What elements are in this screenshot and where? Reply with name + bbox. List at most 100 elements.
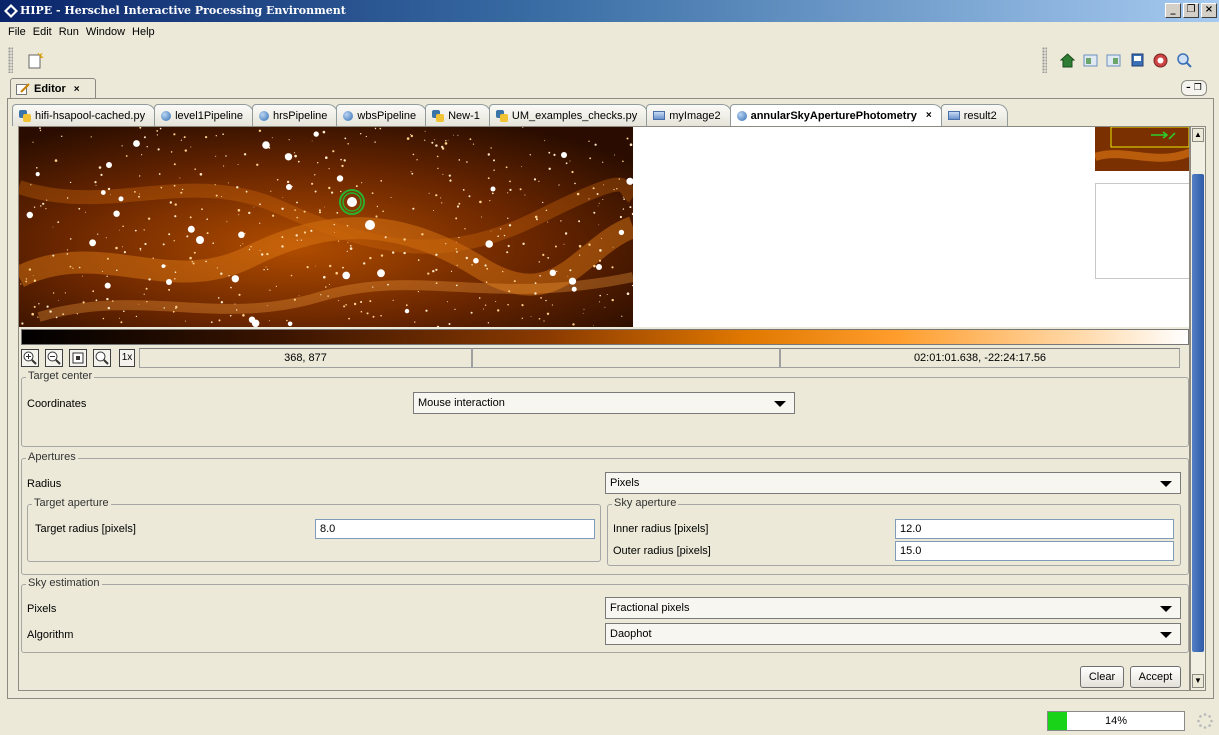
tab-close-icon[interactable]: × [926, 110, 932, 121]
zoom-out-button[interactable] [45, 349, 63, 367]
console-icon[interactable] [1129, 52, 1146, 69]
algorithm-select[interactable]: Daophot [605, 623, 1181, 645]
tab-annular-sky-aperture-photometry[interactable]: annularSkyAperturePhotometry × [729, 104, 943, 126]
star [78, 266, 81, 269]
star [286, 180, 290, 184]
search-icon[interactable] [1176, 52, 1193, 69]
toolbar-grip[interactable] [8, 47, 13, 73]
inner-radius-input[interactable]: 12.0 [895, 519, 1174, 539]
pixel-coordinates: 368, 877 [139, 348, 472, 368]
star [95, 299, 98, 302]
star [435, 253, 438, 256]
target-star [347, 197, 357, 207]
star [49, 310, 52, 313]
fit-to-window-button[interactable] [69, 349, 87, 367]
star [157, 148, 160, 151]
perspective-grip[interactable] [1042, 47, 1047, 73]
star [509, 188, 512, 191]
editor-tab-close-icon[interactable]: × [74, 84, 80, 95]
memory-usage-bar[interactable]: 14% [1047, 711, 1185, 731]
tab-um-examples-checks[interactable]: UM_examples_checks.py [488, 104, 649, 126]
overview-thumbnail[interactable] [1095, 127, 1190, 171]
star [380, 180, 383, 182]
tab-new-1[interactable]: New-1 [425, 104, 491, 126]
scroll-down-icon[interactable]: ▼ [1192, 674, 1204, 688]
star [121, 246, 123, 248]
star [588, 243, 591, 246]
tab-result2[interactable]: result2 [940, 104, 1008, 126]
star [180, 191, 183, 194]
menu-file[interactable]: File [8, 26, 26, 38]
star [593, 264, 596, 268]
star [403, 251, 406, 255]
star [242, 314, 245, 317]
tab-hifi-hsapool-cached[interactable]: hifi-hsapool-cached.py [12, 104, 157, 126]
star [194, 168, 196, 170]
star [31, 312, 34, 316]
scrollbar-thumb[interactable] [1192, 174, 1204, 652]
target-radius-input[interactable]: 8.0 [315, 519, 595, 539]
star [417, 291, 419, 293]
star [551, 304, 554, 306]
star [294, 209, 296, 211]
maximize-button[interactable]: ❐ [1183, 3, 1199, 18]
minimize-button[interactable]: _ [1165, 3, 1181, 18]
coordinates-select[interactable]: Mouse interaction [413, 392, 795, 414]
accept-button[interactable]: Accept [1130, 666, 1181, 688]
star [215, 155, 217, 157]
star [444, 142, 448, 145]
star [40, 205, 42, 207]
workbench-icon[interactable] [1082, 52, 1099, 69]
outer-radius-input[interactable]: 15.0 [895, 541, 1174, 561]
data-access-icon[interactable] [1105, 52, 1122, 69]
zoom-in-button[interactable] [21, 349, 39, 367]
sky-pixels-select[interactable]: Fractional pixels [605, 597, 1181, 619]
star [412, 207, 415, 210]
star [168, 233, 171, 236]
tab-level1pipeline[interactable]: level1Pipeline [154, 104, 254, 126]
menu-run[interactable]: Run [59, 26, 79, 38]
close-button[interactable]: × [1201, 3, 1217, 18]
star [158, 173, 161, 175]
star [298, 295, 300, 297]
inspector-icon[interactable] [1152, 52, 1169, 69]
scroll-up-icon[interactable]: ▲ [1192, 128, 1204, 142]
tab-hrspipeline[interactable]: hrsPipeline [251, 104, 339, 126]
vertical-scrollbar[interactable]: ▲ ▼ [1190, 126, 1206, 691]
variable-dot-icon [161, 110, 172, 121]
radius-unit-select[interactable]: Pixels [605, 472, 1181, 494]
star [238, 214, 240, 216]
star [487, 153, 490, 156]
star [231, 275, 239, 283]
star [291, 185, 293, 187]
star [82, 301, 85, 304]
star [384, 236, 387, 239]
star [78, 207, 81, 210]
editor-view-tab[interactable]: Editor × [10, 78, 96, 99]
tab-label: level1Pipeline [175, 109, 243, 122]
star [478, 297, 481, 299]
menu-window[interactable]: Window [86, 26, 125, 38]
star [509, 180, 511, 183]
color-scale-bar[interactable] [21, 329, 1189, 345]
star [571, 170, 574, 174]
astronomical-image[interactable] [19, 127, 633, 327]
menu-edit[interactable]: Edit [33, 26, 52, 38]
new-file-icon[interactable] [27, 52, 44, 69]
star [82, 275, 84, 277]
clear-button[interactable]: Clear [1080, 666, 1124, 688]
star [611, 266, 614, 269]
view-minimize-maximize-button[interactable]: – ❐ [1181, 80, 1207, 96]
home-icon[interactable] [1059, 52, 1076, 69]
hipe-app-icon [4, 4, 18, 18]
star [21, 322, 24, 325]
zoom-reset-button[interactable] [93, 349, 111, 367]
menu-help[interactable]: Help [132, 26, 155, 38]
tab-myimage2[interactable]: myImage2 [646, 104, 732, 126]
star [367, 312, 369, 314]
tab-wbspipeline[interactable]: wbsPipeline [336, 104, 428, 126]
star [456, 241, 457, 243]
zoom-level-label: 1x [119, 349, 135, 367]
star [507, 217, 509, 219]
star [143, 293, 145, 295]
